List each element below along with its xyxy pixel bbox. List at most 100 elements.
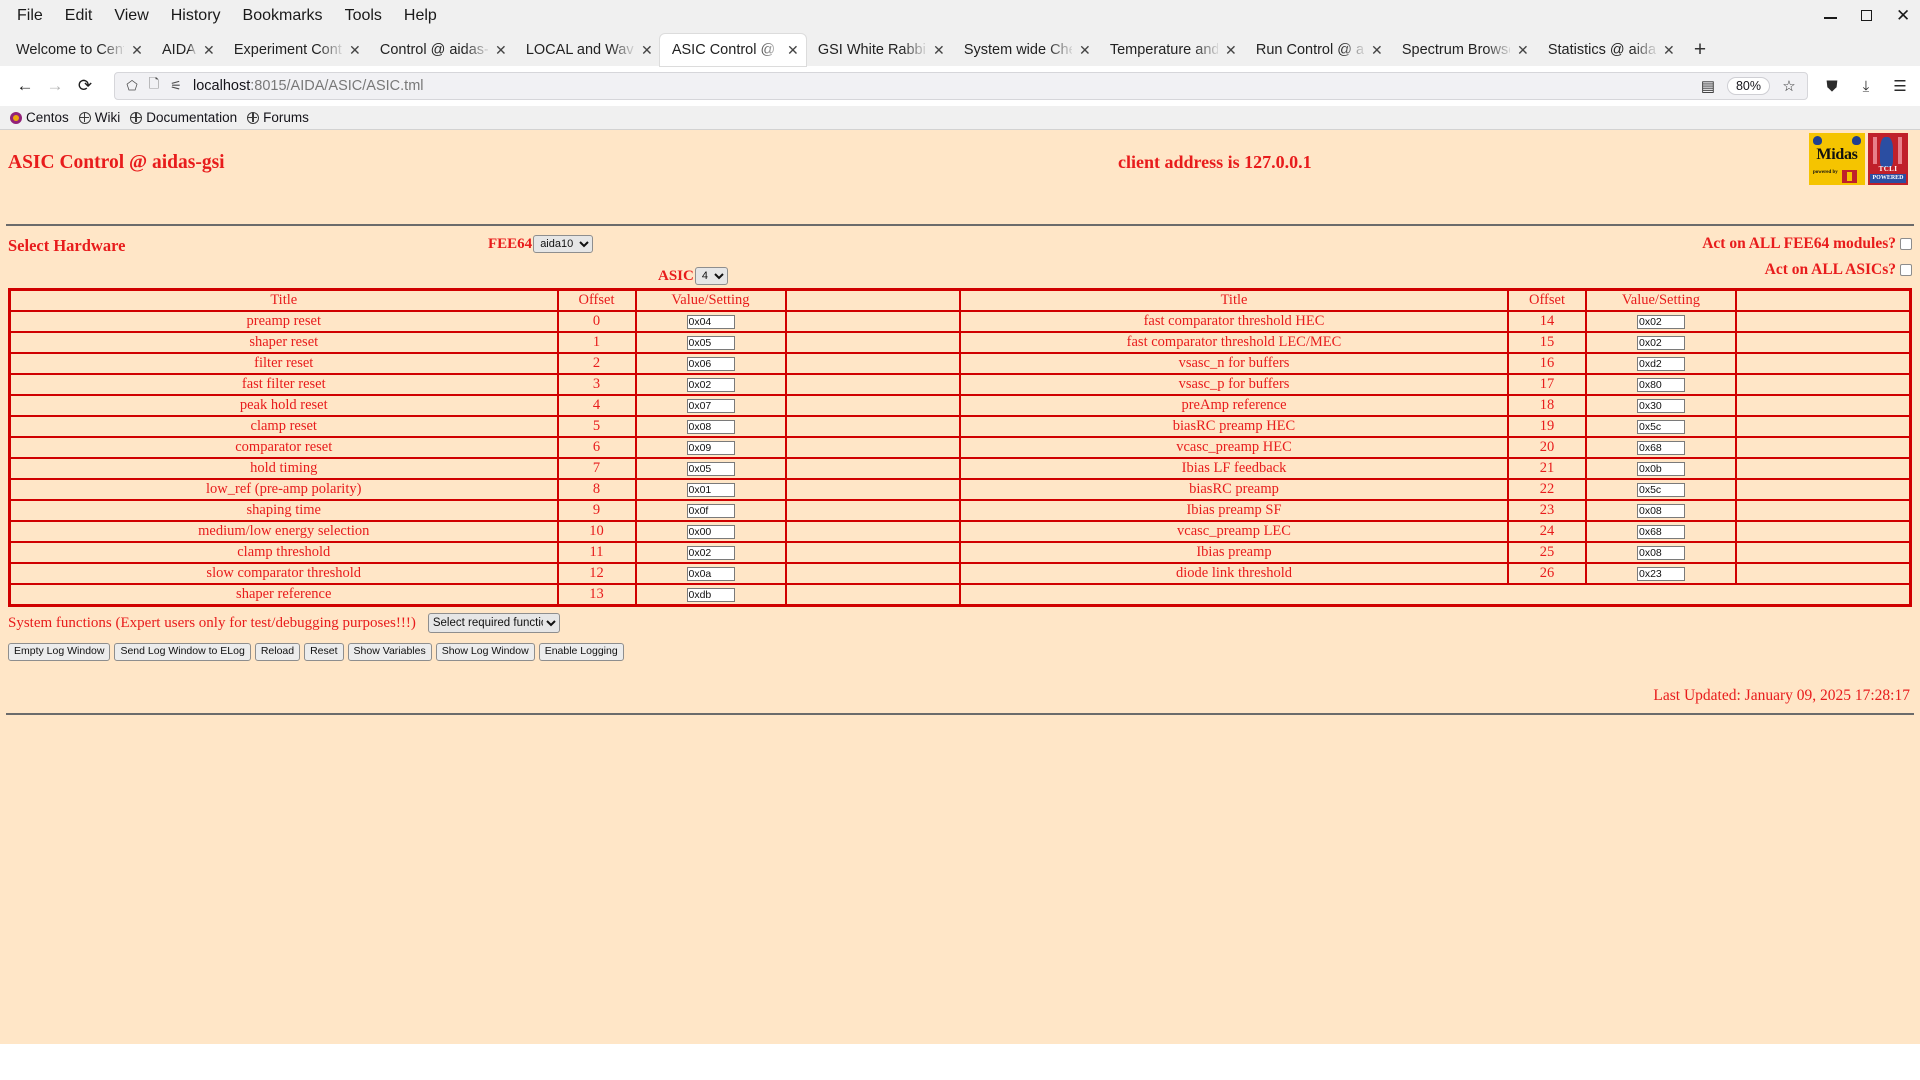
menu-view[interactable]: View (103, 4, 159, 28)
tab-title: System wide Check (963, 42, 1072, 58)
register-value-input[interactable] (1637, 378, 1685, 392)
register-value-input[interactable] (686, 567, 735, 581)
register-value-input[interactable] (686, 546, 735, 560)
register-value-input[interactable] (686, 315, 735, 329)
register-value-input[interactable] (1637, 336, 1685, 350)
shield-icon[interactable]: ⬠ (121, 78, 143, 94)
register-value-input[interactable] (686, 357, 735, 371)
register-value-input[interactable] (1637, 567, 1685, 581)
register-value-input[interactable] (686, 378, 735, 392)
register-value-input[interactable] (1637, 420, 1685, 434)
back-icon[interactable]: ← (10, 71, 40, 101)
register-value-input[interactable] (1637, 504, 1685, 518)
register-value-input[interactable] (1637, 399, 1685, 413)
show-log-window-button[interactable]: Show Log Window (435, 643, 535, 661)
minimize-icon[interactable] (1824, 9, 1838, 23)
register-value-input[interactable] (1637, 315, 1685, 329)
tab-close-icon[interactable]: ✕ (1224, 42, 1238, 59)
show-variables-button[interactable]: Show Variables (347, 643, 432, 661)
register-value-input[interactable] (686, 462, 735, 476)
register-value-input[interactable] (686, 420, 735, 434)
act-all-fee64-checkbox[interactable] (1900, 238, 1912, 250)
register-value-input[interactable] (686, 525, 735, 539)
register-value-input[interactable] (1637, 357, 1685, 371)
zoom-level-badge[interactable]: 80% (1726, 77, 1770, 95)
menu-help[interactable]: Help (393, 4, 448, 28)
new-tab-button[interactable]: + (1682, 34, 1718, 66)
register-value-input[interactable] (1637, 441, 1685, 455)
tab-close-icon[interactable]: ✕ (202, 42, 216, 59)
row-spacer-cell (1736, 394, 1912, 417)
register-value-input[interactable] (686, 504, 735, 518)
send-log-window-to-elog-button[interactable]: Send Log Window to ELog (114, 643, 251, 661)
browser-tab[interactable]: Spectrum Browser ✕ (1390, 34, 1536, 66)
browser-tab[interactable]: LOCAL and Wavefo ✕ (514, 34, 660, 66)
permissions-icon[interactable]: ⚟ (165, 78, 187, 94)
menu-history[interactable]: History (160, 4, 232, 28)
maximize-icon[interactable] (1860, 9, 1874, 23)
browser-tab[interactable]: AIDA ✕ (150, 34, 222, 66)
bookmark-wiki[interactable]: Wiki (77, 110, 129, 125)
browser-tab[interactable]: Experiment Contro ✕ (222, 34, 368, 66)
bookmark-forums[interactable]: Forums (245, 110, 317, 125)
register-offset: 10 (556, 520, 637, 543)
browser-tab[interactable]: Statistics @ aidas- ✕ (1536, 34, 1682, 66)
reset-button[interactable]: Reset (304, 643, 344, 661)
system-function-select[interactable]: Select required function (427, 613, 560, 633)
reload-button[interactable]: Reload (254, 643, 301, 661)
menu-file[interactable]: File (6, 4, 54, 28)
tab-close-icon[interactable]: ✕ (786, 42, 800, 59)
register-value-input[interactable] (1637, 462, 1685, 476)
tab-close-icon[interactable]: ✕ (932, 42, 946, 59)
act-all-asics-checkbox[interactable] (1900, 264, 1912, 276)
browser-tab[interactable]: Temperature and s ✕ (1098, 34, 1244, 66)
register-value-input[interactable] (686, 483, 735, 497)
row-spacer-cell (1736, 373, 1912, 396)
register-value-input[interactable] (686, 336, 735, 350)
tab-close-icon[interactable]: ✕ (348, 42, 362, 59)
tab-close-icon[interactable]: ✕ (640, 42, 654, 59)
bookmark-centos[interactable]: Centos (8, 110, 77, 125)
empty-log-window-button[interactable]: Empty Log Window (8, 643, 111, 661)
register-offset: 23 (1507, 499, 1587, 522)
browser-tab[interactable]: Welcome to CentO ✕ (4, 34, 150, 66)
reload-icon[interactable]: ⟳ (70, 71, 100, 101)
tab-close-icon[interactable]: ✕ (1516, 42, 1530, 59)
register-value-cell (634, 394, 787, 417)
asic-select[interactable]: 4 (694, 267, 728, 285)
browser-tab[interactable]: ASIC Control @ aid ✕ (659, 34, 806, 66)
forward-icon[interactable]: → (40, 71, 70, 101)
tab-close-icon[interactable]: ✕ (130, 42, 144, 59)
fee64-select[interactable]: aida10 (533, 235, 594, 253)
table-row: clamp reset5 biasRC preamp HEC19 (8, 415, 1912, 438)
bookmark-star-icon[interactable]: ☆ (1779, 77, 1799, 95)
pocket-icon[interactable]: ⛊ (1822, 78, 1842, 95)
address-bar[interactable]: ⬠ 🗋 ⚟ localhost:8015/AIDA/ASIC/ASIC.tml … (114, 72, 1808, 100)
enable-logging-button[interactable]: Enable Logging (538, 643, 624, 661)
downloads-icon[interactable]: ⤓ (1856, 78, 1876, 95)
register-value-input[interactable] (686, 441, 735, 455)
tab-close-icon[interactable]: ✕ (1370, 42, 1384, 59)
tab-close-icon[interactable]: ✕ (1078, 42, 1092, 59)
register-value-input[interactable] (686, 588, 735, 602)
reader-view-icon[interactable]: ▤ (1698, 77, 1718, 95)
browser-tab[interactable]: Control @ aidas-gs ✕ (368, 34, 514, 66)
tab-close-icon[interactable]: ✕ (494, 42, 508, 59)
close-icon[interactable]: ✕ (1896, 7, 1910, 24)
register-value-input[interactable] (1637, 525, 1685, 539)
menu-bookmarks[interactable]: Bookmarks (232, 4, 334, 28)
browser-tab[interactable]: System wide Check ✕ (952, 34, 1098, 66)
tab-title: AIDA (162, 42, 196, 58)
browser-tab[interactable]: GSI White Rabbit T ✕ (806, 34, 952, 66)
browser-tab[interactable]: Run Control @ aida ✕ (1244, 34, 1390, 66)
register-title: shaping time (8, 499, 559, 522)
menu-tools[interactable]: Tools (334, 4, 393, 28)
tab-close-icon[interactable]: ✕ (1662, 42, 1676, 59)
register-value-input[interactable] (686, 399, 735, 413)
menu-edit[interactable]: Edit (54, 4, 104, 28)
register-value-input[interactable] (1637, 546, 1685, 560)
register-title: low_ref (pre-amp polarity) (8, 478, 559, 501)
app-menu-icon[interactable]: ☰ (1890, 77, 1910, 95)
bookmark-documentation[interactable]: Documentation (128, 110, 245, 125)
register-value-input[interactable] (1637, 483, 1685, 497)
